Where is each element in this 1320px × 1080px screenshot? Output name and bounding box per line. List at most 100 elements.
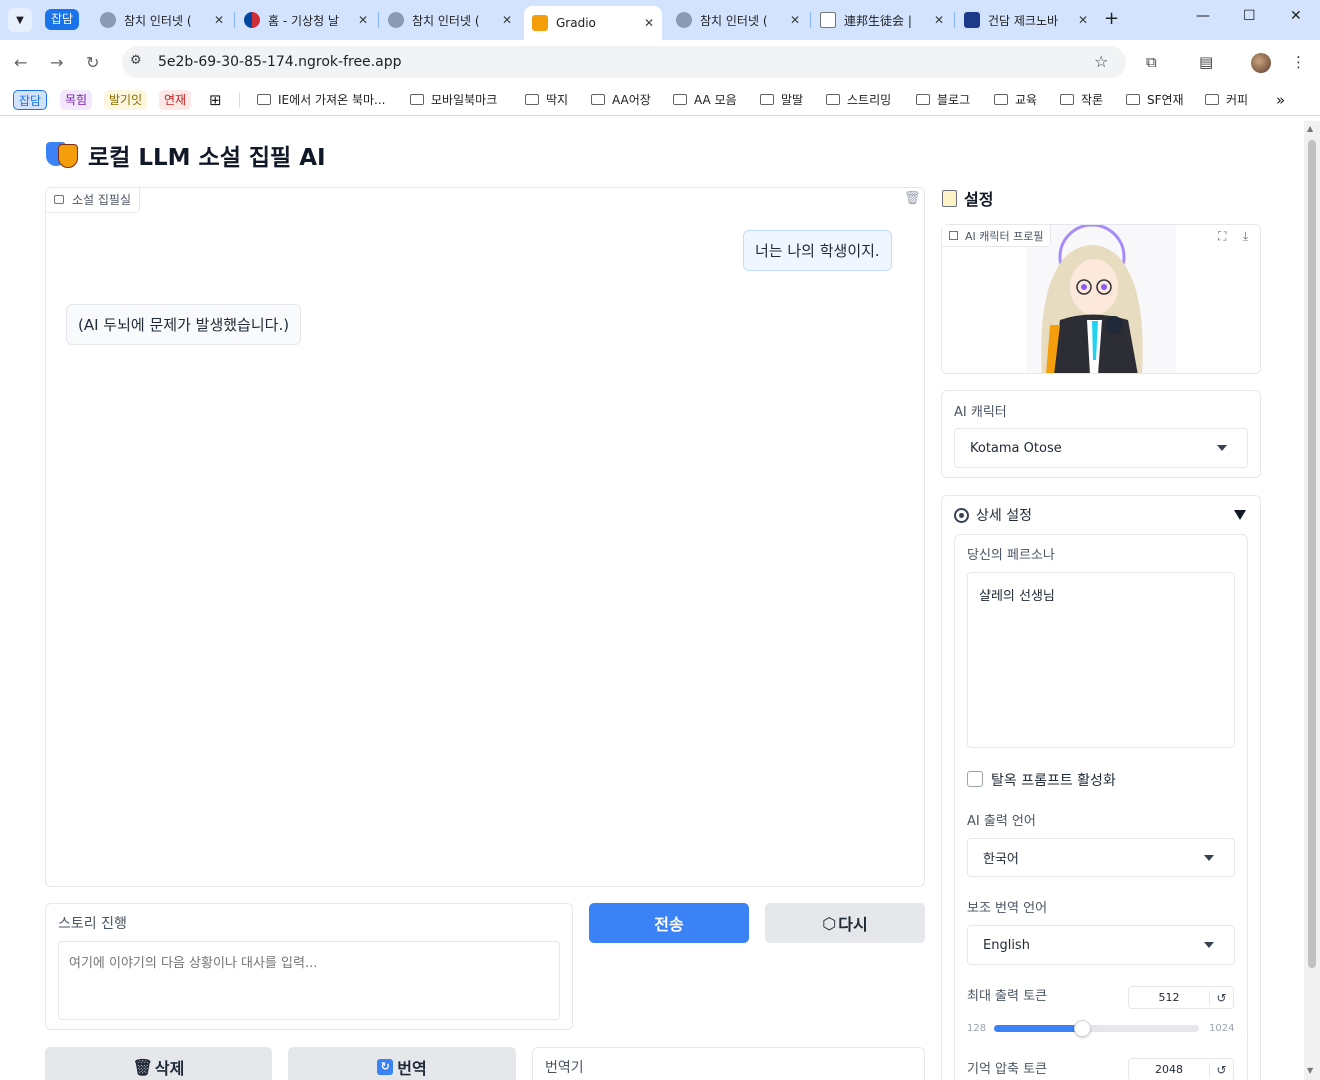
bookmark-folder[interactable]: 블로그 — [916, 91, 970, 108]
bookmark-group-chip[interactable]: 연재 — [159, 90, 192, 110]
max-tokens-slider-track[interactable] — [994, 1025, 1199, 1032]
back-icon[interactable]: ← — [14, 53, 27, 72]
folder-label: 교육 — [1015, 93, 1038, 107]
browser-tab-active[interactable]: Gradio ✕ — [524, 6, 662, 40]
scrollbar-thumb[interactable] — [1308, 140, 1316, 968]
new-tab-button[interactable]: + — [1104, 8, 1119, 29]
bookmark-folder[interactable]: AA어장 — [591, 91, 651, 108]
maximize-icon[interactable]: ☐ — [1243, 8, 1256, 24]
scroll-up-icon[interactable]: ▲ — [1307, 124, 1313, 133]
tab-search-button[interactable]: ▼ — [8, 8, 32, 32]
profile-avatar[interactable] — [1251, 53, 1271, 73]
bookmark-folder[interactable]: 모바일북마크 — [410, 91, 497, 108]
browser-tab[interactable]: 참치 인터넷 ( ✕ — [380, 6, 520, 34]
advanced-label: 상세 설정 — [976, 508, 1032, 524]
reading-list-icon[interactable]: ▤ — [1199, 53, 1213, 71]
tab-separator — [234, 12, 235, 28]
forward-icon[interactable]: → — [50, 53, 63, 72]
max-tokens-number-input[interactable]: 512 ↺ — [1128, 986, 1234, 1009]
browser-tab[interactable]: 참치 인터넷 ( ✕ — [92, 6, 232, 34]
bookmark-folder[interactable]: IE에서 가져온 북마... — [257, 91, 385, 108]
character-dropdown[interactable]: Kotama Otose — [954, 428, 1248, 468]
browser-tab[interactable]: 홈 - 기상청 날 ✕ — [236, 6, 376, 34]
bookmark-folder[interactable]: SF연재 — [1126, 91, 1184, 108]
close-icon[interactable]: ✕ — [644, 16, 654, 30]
extensions-icon[interactable]: ⧉ — [1146, 53, 1157, 71]
image-icon — [949, 231, 958, 240]
minimize-icon[interactable]: — — [1196, 8, 1210, 24]
clear-chat-icon[interactable]: 🗑 — [904, 191, 921, 206]
page-title: 로컬 LLM 소설 집필 AI — [46, 138, 326, 172]
url-text[interactable]: 5e2b-69-30-85-174.ngrok-free.app — [158, 54, 401, 70]
folder-label: AA어장 — [612, 93, 651, 107]
bookmark-group-chip[interactable]: 목힘 — [60, 90, 93, 110]
bookmark-group-chip[interactable]: 발기잇 — [104, 90, 148, 110]
close-icon[interactable]: ✕ — [214, 13, 224, 27]
reload-icon[interactable]: ↻ — [86, 53, 99, 72]
story-input[interactable] — [58, 941, 560, 1020]
retry-button[interactable]: ⬡ 다시 — [765, 903, 925, 943]
translator-label: 번역기 — [545, 1060, 584, 1076]
download-icon[interactable]: ⤓ — [1243, 229, 1248, 244]
gear-icon — [954, 507, 969, 523]
site-favicon-icon — [676, 12, 692, 28]
retry-label: 다시 — [838, 915, 868, 934]
more-bookmarks-icon[interactable]: » — [1276, 91, 1285, 109]
bookmark-folder[interactable]: 말딸 — [760, 91, 803, 108]
bookmark-folder[interactable]: 교육 — [994, 91, 1037, 108]
translate-button[interactable]: ↻ 번역 — [288, 1047, 516, 1080]
translation-language-label: 보조 번역 언어 — [967, 901, 1048, 916]
site-favicon-icon — [100, 12, 116, 28]
site-favicon-icon — [964, 12, 980, 28]
korea-flag-icon — [244, 12, 260, 28]
folder-label: 스트리밍 — [847, 93, 892, 107]
memory-tokens-number-input[interactable]: 2048 ↺ — [1128, 1058, 1234, 1080]
jailbreak-checkbox[interactable] — [967, 771, 983, 787]
folder-label: SF연재 — [1147, 93, 1184, 107]
close-icon[interactable]: ✕ — [934, 13, 944, 27]
user-message: 너는 나의 학생이지. — [743, 230, 892, 271]
reset-icon[interactable]: ↺ — [1209, 990, 1233, 1005]
collapse-triangle-icon[interactable] — [1234, 510, 1246, 520]
fullscreen-icon[interactable]: ⛶ — [1218, 229, 1226, 244]
scroll-down-icon[interactable]: ▼ — [1307, 1066, 1313, 1075]
close-icon[interactable]: ✕ — [358, 13, 368, 27]
bookmark-folder[interactable]: 스트리밍 — [826, 91, 891, 108]
site-favicon-icon — [388, 12, 404, 28]
bookmark-folder[interactable]: 커피 — [1205, 91, 1248, 108]
advanced-settings-header[interactable]: 상세 설정 — [954, 505, 1032, 525]
browser-tab[interactable]: 건담 제크노바 ✕ — [956, 6, 1096, 34]
memory-tokens-label: 기억 압축 토큰 — [967, 1062, 1048, 1077]
tab-separator — [954, 12, 955, 28]
delete-button[interactable]: 🗑 삭제 — [45, 1047, 272, 1080]
site-settings-icon[interactable]: ⚙ — [130, 53, 142, 68]
bookmark-star-icon[interactable]: ☆ — [1094, 52, 1108, 71]
apps-grid-icon[interactable]: ⊞ — [209, 91, 222, 109]
reset-icon[interactable]: ↺ — [1209, 1062, 1233, 1077]
output-language-value: 한국어 — [983, 852, 1019, 867]
jailbreak-label[interactable]: 탈옥 프롬프트 활성화 — [991, 770, 1116, 790]
window-close-icon[interactable]: ✕ — [1290, 8, 1302, 24]
translator-panel — [532, 1047, 925, 1080]
tab-group-chip[interactable]: 잡담 — [45, 9, 80, 30]
character-label: AI 캐릭터 — [954, 405, 1007, 420]
close-icon[interactable]: ✕ — [1078, 13, 1088, 27]
output-language-dropdown[interactable]: 한국어 — [967, 838, 1235, 877]
translation-language-dropdown[interactable]: English — [967, 925, 1235, 965]
folder-label: 말딸 — [781, 93, 804, 107]
close-icon[interactable]: ✕ — [502, 13, 512, 27]
browser-menu-icon[interactable]: ⋮ — [1291, 53, 1306, 71]
folder-icon — [916, 94, 930, 105]
max-tokens-slider-thumb[interactable] — [1073, 1020, 1091, 1037]
send-button[interactable]: 전송 — [589, 903, 749, 943]
bookmark-folder[interactable]: 딱지 — [525, 91, 568, 108]
persona-input[interactable]: 샬레의 선생님 — [967, 572, 1235, 748]
bookmark-folder[interactable]: 작론 — [1060, 91, 1103, 108]
close-icon[interactable]: ✕ — [790, 13, 800, 27]
bookmark-group-chip[interactable]: 잡담 — [13, 90, 48, 110]
bookmark-folder[interactable]: AA 모음 — [673, 91, 737, 108]
browser-tab[interactable]: 참치 인터넷 ( ✕ — [668, 6, 808, 34]
tab-title: 참치 인터넷 ( — [124, 13, 192, 28]
settings-title-text: 설정 — [964, 190, 994, 209]
browser-tab[interactable]: 連邦生徒会 | ✕ — [812, 6, 952, 34]
